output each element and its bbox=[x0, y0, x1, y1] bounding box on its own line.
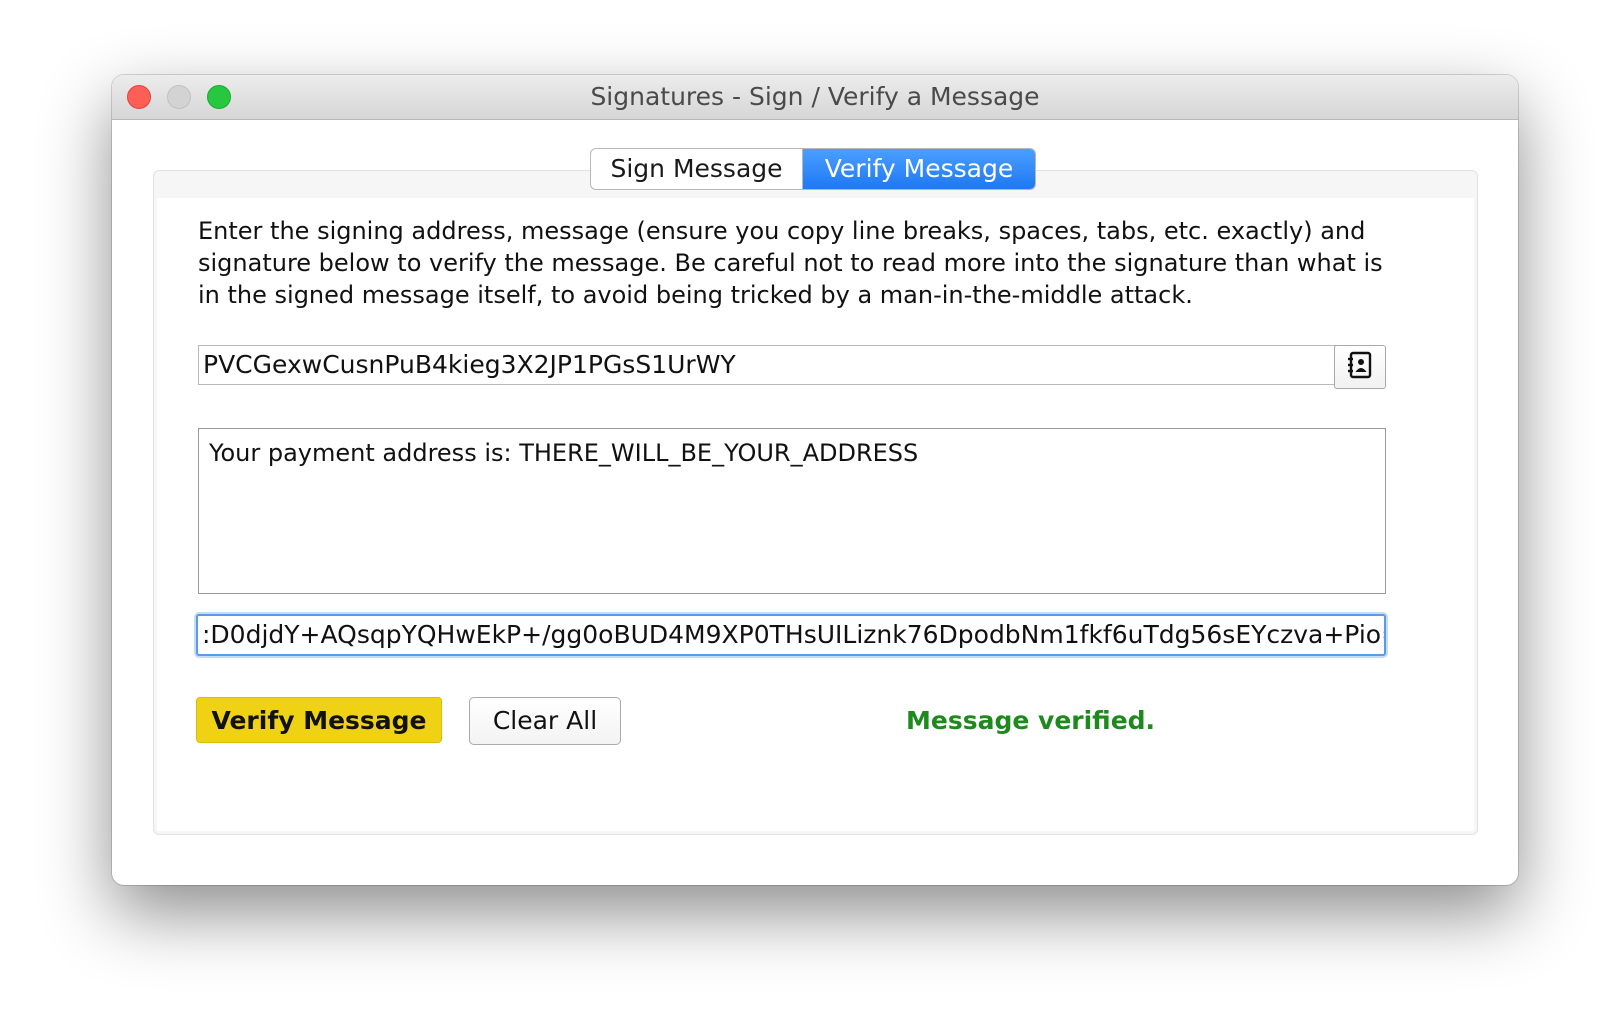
address-row: PVCGexwCusnPuB4kieg3X2JP1PGsS1UrWY bbox=[198, 345, 1386, 389]
verification-status: Message verified. bbox=[906, 706, 1156, 735]
message-textarea[interactable]: Your payment address is: THERE_WILL_BE_Y… bbox=[198, 428, 1386, 594]
title-bar[interactable]: Signatures - Sign / Verify a Message bbox=[112, 75, 1518, 120]
clear-all-button[interactable]: Clear All bbox=[469, 697, 621, 745]
signature-text: :D0djdY+AQsqpYQHwEkP+/gg0oBUD4M9XP0THsUI… bbox=[202, 620, 1386, 649]
window-title: Signatures - Sign / Verify a Message bbox=[590, 82, 1040, 111]
tab-sign-message[interactable]: Sign Message bbox=[591, 149, 803, 189]
signatures-window: Signatures - Sign / Verify a Message Sig… bbox=[112, 75, 1518, 885]
verify-instructions: Enter the signing address, message (ensu… bbox=[198, 217, 1383, 309]
verify-message-button[interactable]: Verify Message bbox=[196, 697, 442, 743]
signing-address-input[interactable]: PVCGexwCusnPuB4kieg3X2JP1PGsS1UrWY bbox=[198, 345, 1338, 385]
tab-verify-message[interactable]: Verify Message bbox=[803, 149, 1035, 189]
address-book-icon bbox=[1345, 350, 1375, 384]
signature-input[interactable]: :D0djdY+AQsqpYQHwEkP+/gg0oBUD4M9XP0THsUI… bbox=[196, 614, 1386, 656]
address-book-button[interactable] bbox=[1334, 345, 1386, 389]
tab-bar: Sign Message Verify Message bbox=[590, 148, 1036, 190]
